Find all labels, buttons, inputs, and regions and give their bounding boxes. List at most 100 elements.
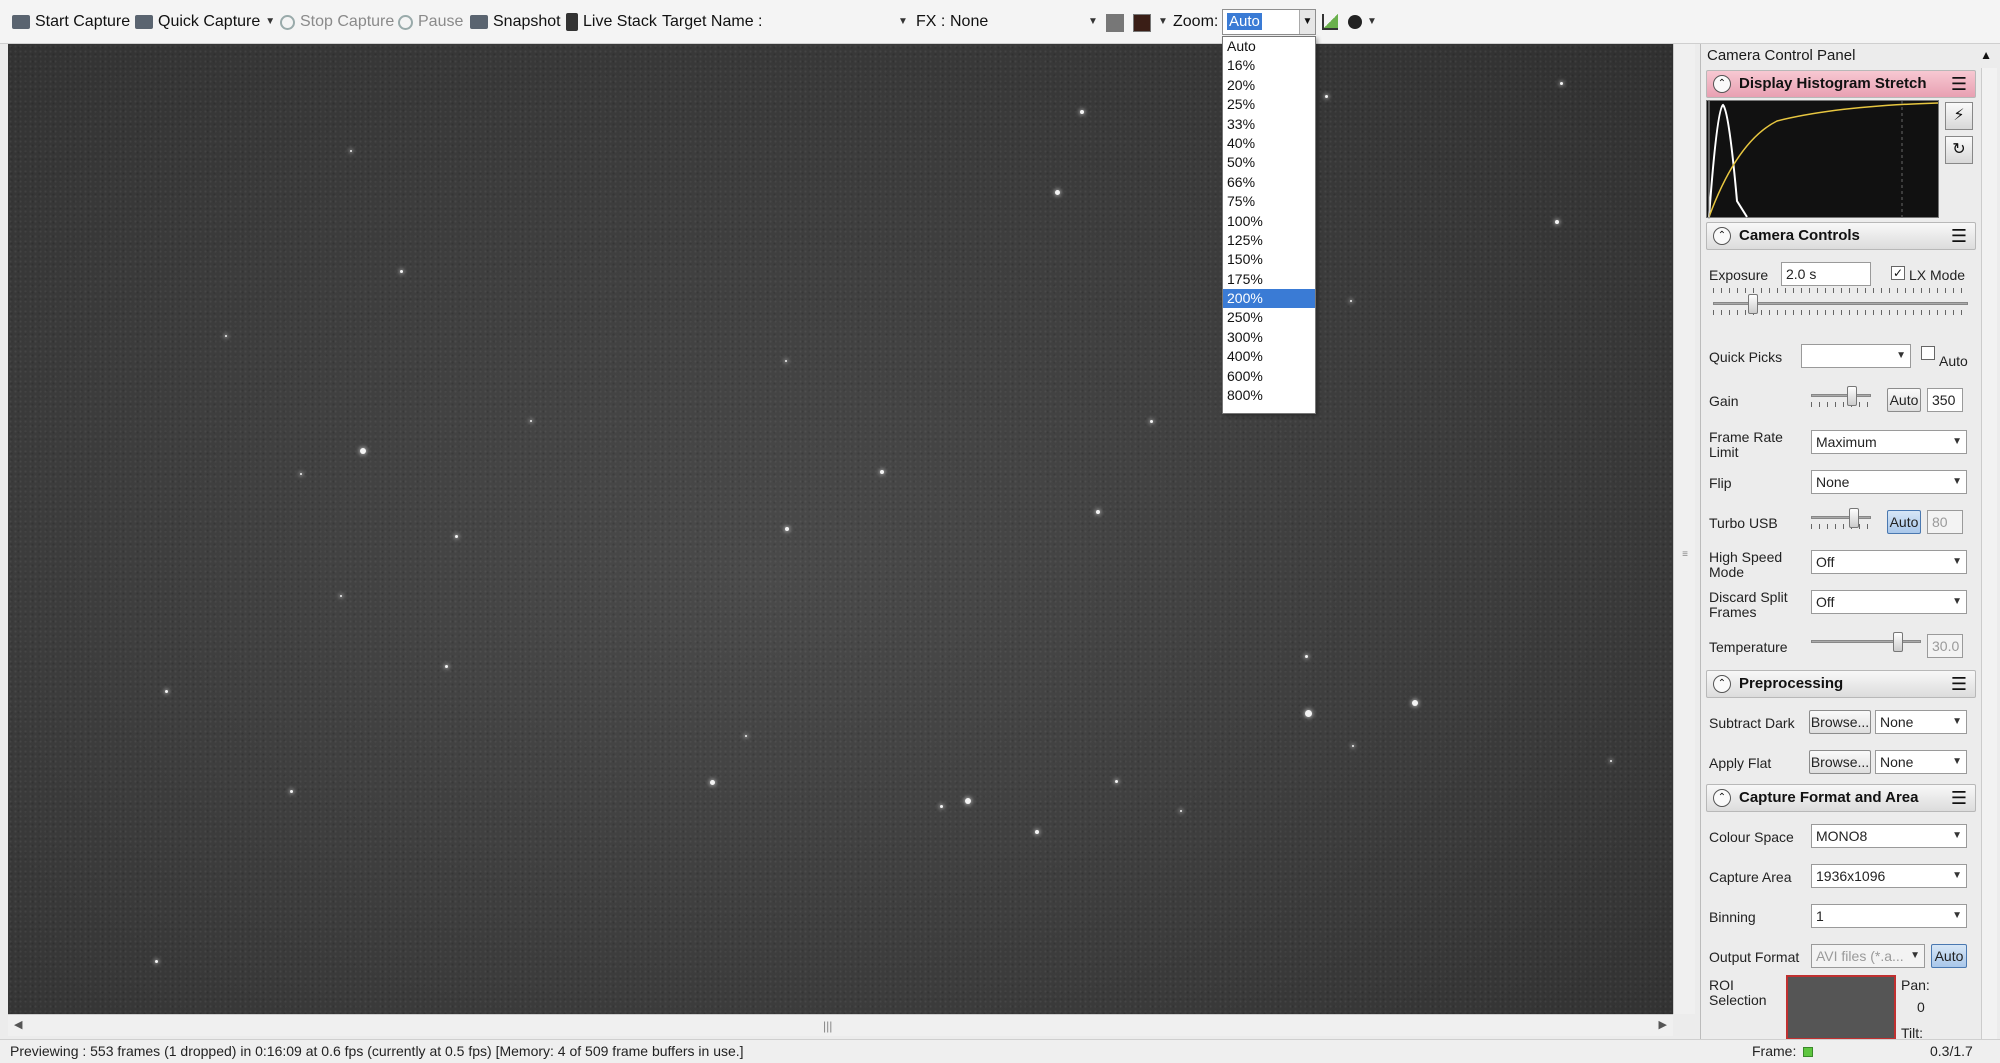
gain-auto-button[interactable]: Auto: [1887, 388, 1921, 412]
frame-rate-select[interactable]: Maximum ▼: [1811, 430, 1967, 454]
zoom-option[interactable]: 33%: [1223, 115, 1315, 134]
gain-value-input[interactable]: 350: [1927, 388, 1963, 412]
collapse-icon[interactable]: ⌃: [1713, 675, 1731, 693]
zoom-option[interactable]: 400%: [1223, 347, 1315, 366]
turbo-usb-slider[interactable]: [1811, 508, 1871, 529]
reset-icon: ↻: [1952, 141, 1966, 158]
subtract-dark-select[interactable]: None ▼: [1875, 710, 1967, 734]
binning-select[interactable]: 1 ▼: [1811, 904, 1967, 928]
preview-image[interactable]: [8, 44, 1673, 1014]
scroll-grip-icon[interactable]: |||: [823, 1019, 832, 1033]
snapshot-button[interactable]: Snapshot: [470, 0, 561, 44]
menu-icon[interactable]: ☰: [1951, 671, 1967, 697]
apply-flat-select[interactable]: None ▼: [1875, 750, 1967, 774]
exposure-input[interactable]: 2.0 s: [1781, 262, 1871, 286]
preprocessing-section-header[interactable]: ⌃ Preprocessing ☰: [1706, 670, 1976, 698]
panel-scrollbar[interactable]: [1981, 68, 1997, 1039]
fx-dropdown[interactable]: ▼: [1088, 0, 1098, 44]
menu-icon[interactable]: ☰: [1951, 785, 1967, 811]
zoom-option[interactable]: Auto: [1223, 37, 1315, 56]
camera-controls-section-header[interactable]: ⌃ Camera Controls ☰: [1706, 222, 1976, 250]
slider-knob[interactable]: [1847, 386, 1857, 406]
start-capture-button[interactable]: Start Capture: [12, 0, 130, 44]
color-dropdown[interactable]: ▼: [1158, 0, 1168, 44]
high-speed-select[interactable]: Off ▼: [1811, 550, 1967, 574]
zoom-option[interactable]: 40%: [1223, 134, 1315, 153]
gain-slider[interactable]: [1811, 386, 1871, 407]
zoom-option[interactable]: 75%: [1223, 192, 1315, 211]
collapse-icon[interactable]: ⌃: [1713, 789, 1731, 807]
roi-selection-box[interactable]: [1786, 975, 1896, 1040]
colour-space-select[interactable]: MONO8 ▼: [1811, 824, 1967, 848]
menu-icon[interactable]: ☰: [1951, 223, 1967, 249]
vertical-scrollbar[interactable]: ≡: [1673, 44, 1695, 1014]
output-format-select[interactable]: AVI files (*.a... ▼: [1811, 944, 1925, 968]
fx-select[interactable]: None: [950, 0, 988, 44]
apply-flat-browse-button[interactable]: Browse...: [1809, 750, 1871, 774]
histogram-display[interactable]: [1706, 100, 1939, 219]
chevron-down-icon[interactable]: ▼: [1299, 10, 1315, 34]
lightning-icon: ⚡: [1953, 107, 1965, 124]
zoom-option[interactable]: 250%: [1223, 308, 1315, 327]
zoom-option[interactable]: 66%: [1223, 173, 1315, 192]
quick-capture-button[interactable]: Quick Capture ▼: [135, 0, 275, 44]
target-name-dropdown[interactable]: ▼: [898, 0, 908, 44]
subtract-dark-browse-button[interactable]: Browse...: [1809, 710, 1871, 734]
slider-knob[interactable]: [1748, 294, 1758, 314]
scroll-left-icon[interactable]: ◀: [14, 1018, 22, 1031]
pin-icon[interactable]: ▲: [1980, 48, 1992, 62]
histogram-section-header[interactable]: ⌃ Display Histogram Stretch ☰: [1706, 70, 1976, 98]
scroll-right-icon[interactable]: ▶: [1659, 1018, 1667, 1031]
roi-selection-label: ROI Selection: [1709, 977, 1767, 1008]
turbo-value-input[interactable]: 80: [1927, 510, 1963, 534]
zoom-option[interactable]: 600%: [1223, 367, 1315, 386]
pause-button[interactable]: Pause: [398, 0, 463, 44]
zoom-label: Zoom:: [1173, 13, 1219, 30]
star: [1412, 700, 1418, 706]
zoom-option[interactable]: 150%: [1223, 250, 1315, 269]
zoom-option[interactable]: 200%: [1223, 289, 1315, 309]
background-color-swatch[interactable]: [1133, 14, 1151, 32]
collapse-icon[interactable]: ⌃: [1713, 75, 1731, 93]
zoom-option[interactable]: 20%: [1223, 76, 1315, 95]
zoom-combo[interactable]: Auto ▼: [1222, 9, 1316, 35]
flip-select[interactable]: None ▼: [1811, 470, 1967, 494]
capture-area-select[interactable]: 1936x1096 ▼: [1811, 864, 1967, 888]
chevron-down-icon: ▼: [1910, 950, 1920, 961]
live-stack-button[interactable]: Live Stack: [566, 0, 657, 44]
collapse-icon[interactable]: ⌃: [1713, 227, 1731, 245]
exposure-slider[interactable]: [1713, 288, 1968, 315]
zoom-option[interactable]: 175%: [1223, 270, 1315, 289]
histogram-button[interactable]: [1322, 0, 1338, 44]
discard-split-select[interactable]: Off ▼: [1811, 590, 1967, 614]
chevron-down-icon[interactable]: ▼: [265, 0, 275, 44]
output-format-auto-button[interactable]: Auto: [1931, 944, 1967, 968]
star: [1150, 420, 1153, 423]
magnifier-button[interactable]: ▼: [1348, 0, 1377, 44]
slider-knob[interactable]: [1849, 508, 1859, 528]
zoom-option[interactable]: 50%: [1223, 153, 1315, 172]
menu-icon[interactable]: ☰: [1951, 71, 1967, 97]
zoom-option[interactable]: 100%: [1223, 212, 1315, 231]
zoom-option[interactable]: 25%: [1223, 95, 1315, 114]
frame-value: 0.3/1.7: [1930, 1043, 1973, 1059]
quick-picks-select[interactable]: ▼: [1801, 344, 1911, 368]
capture-format-section-header[interactable]: ⌃ Capture Format and Area ☰: [1706, 784, 1976, 812]
star: [1325, 95, 1328, 98]
star: [785, 360, 787, 362]
horizontal-scrollbar[interactable]: ◀ ||| ▶: [8, 1014, 1673, 1036]
auto-stretch-button[interactable]: ⚡: [1945, 102, 1973, 130]
zoom-option[interactable]: 300%: [1223, 328, 1315, 347]
zoom-option[interactable]: 800%: [1223, 386, 1315, 405]
star: [350, 150, 352, 152]
scroll-grip-icon[interactable]: ≡: [1678, 549, 1692, 579]
zoom-option[interactable]: 16%: [1223, 56, 1315, 75]
stop-capture-button[interactable]: Stop Capture: [280, 0, 394, 44]
reticle-color-swatch[interactable]: [1106, 14, 1124, 32]
lx-mode-checkbox[interactable]: ✓: [1891, 266, 1905, 280]
reset-stretch-button[interactable]: ↻: [1945, 136, 1973, 164]
star: [445, 665, 448, 668]
turbo-auto-button[interactable]: Auto: [1887, 510, 1921, 534]
zoom-option[interactable]: 125%: [1223, 231, 1315, 250]
quick-picks-auto-checkbox[interactable]: [1921, 346, 1935, 360]
